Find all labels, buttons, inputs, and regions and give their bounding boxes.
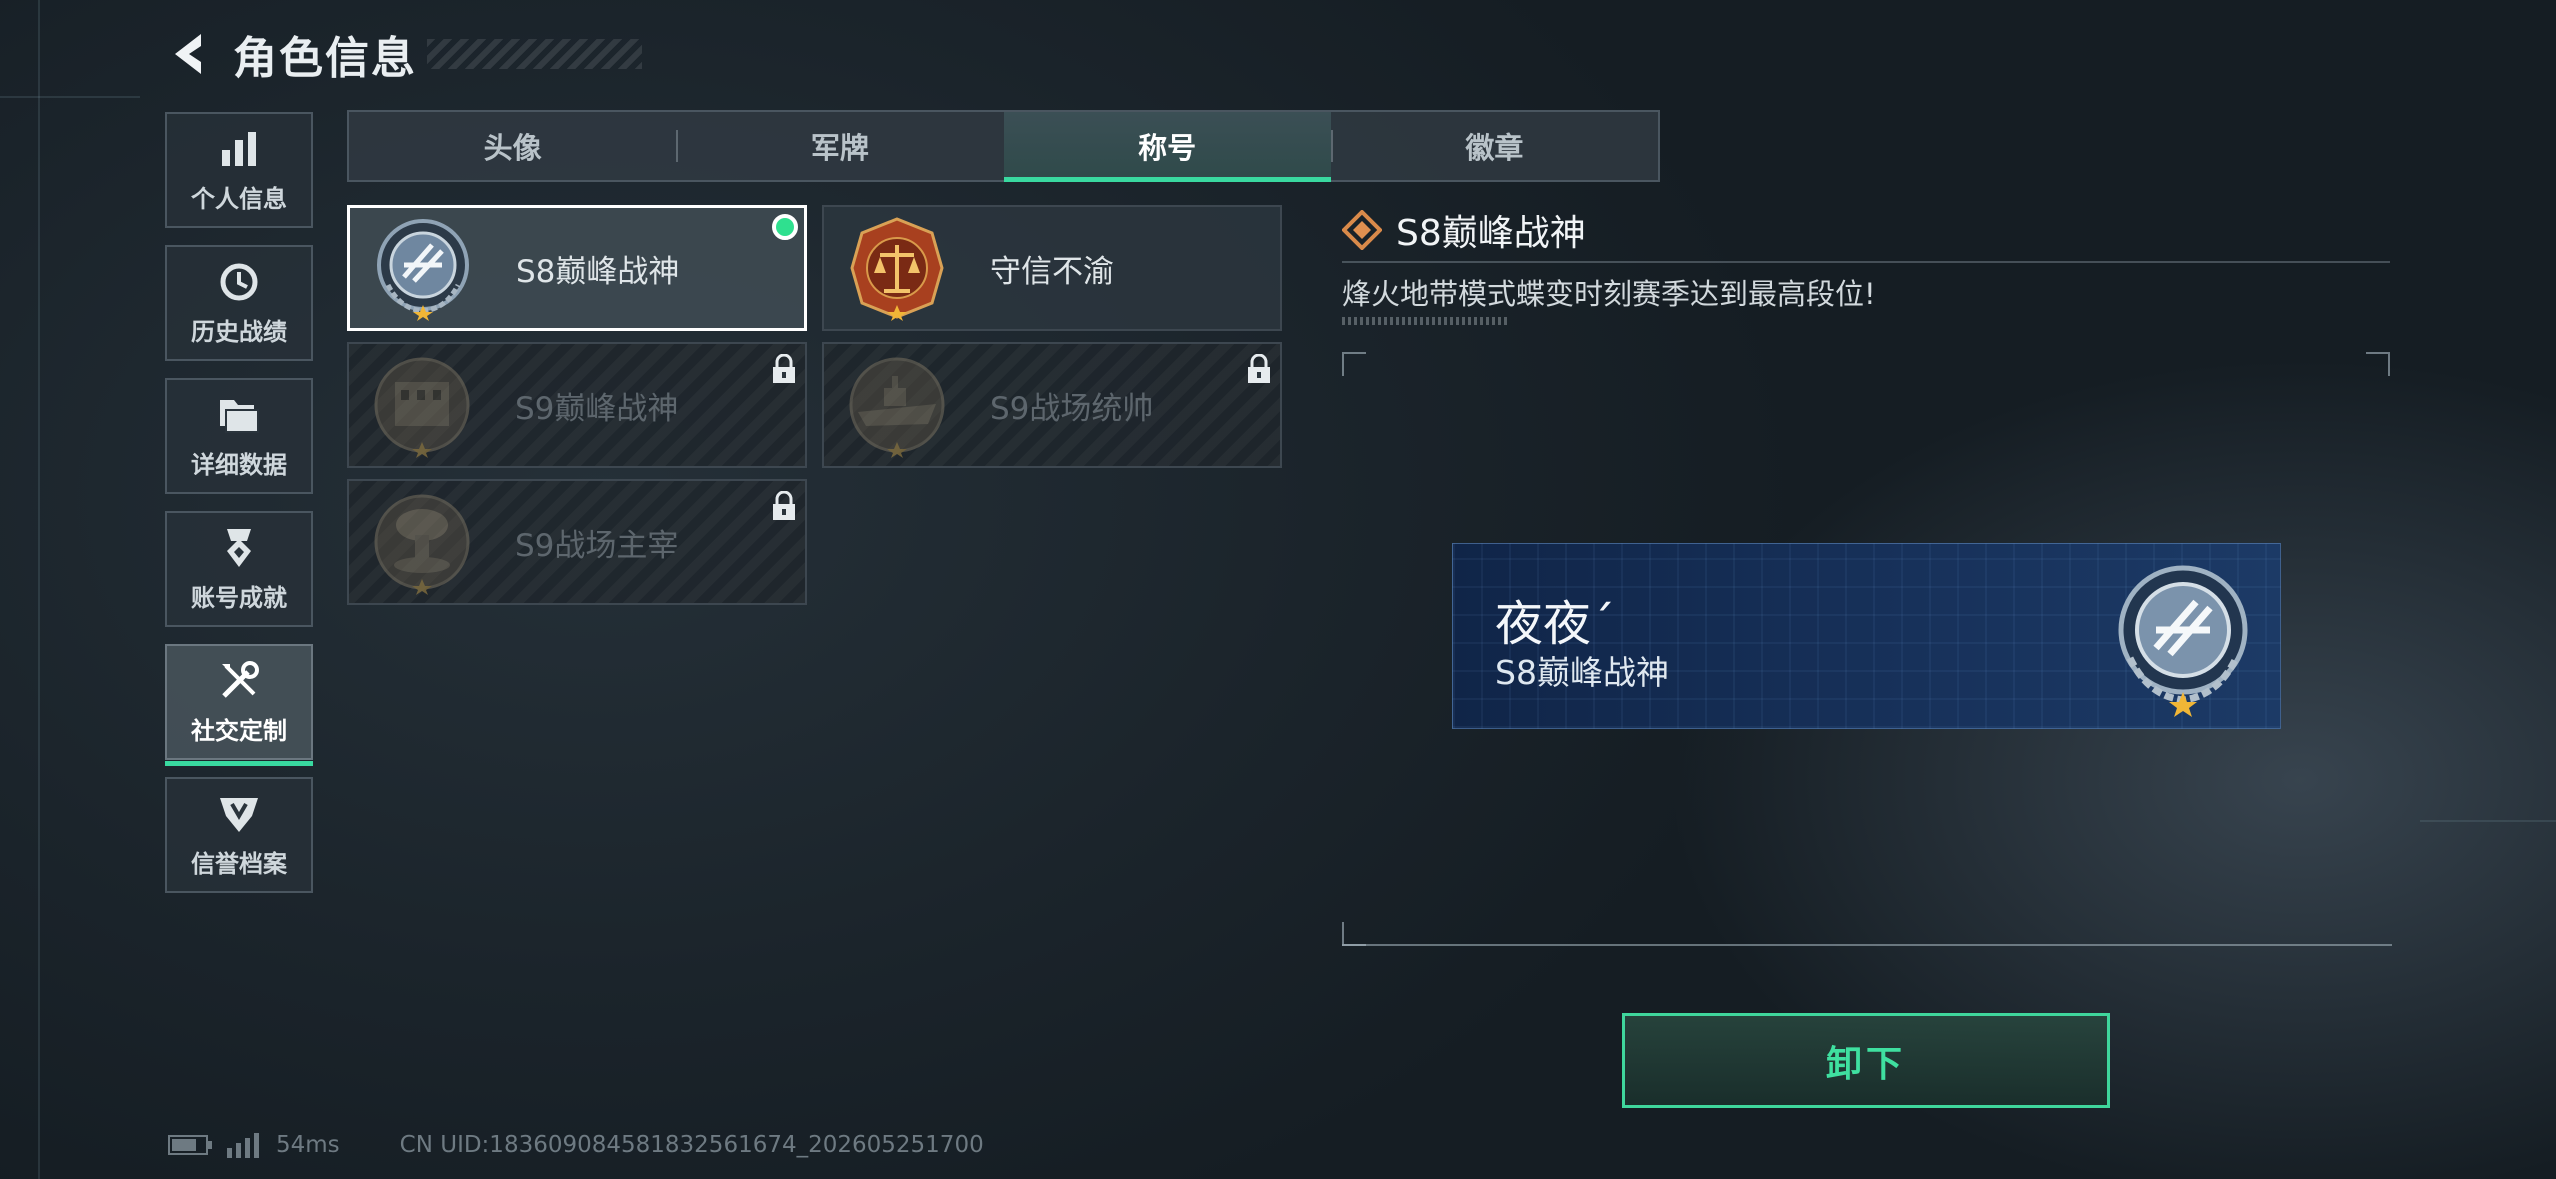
sidebar-item-detailed-data[interactable]: 详细数据 xyxy=(165,378,313,494)
sidebar-item-credit-record[interactable]: 信誉档案 xyxy=(165,777,313,893)
signal-icon xyxy=(227,1133,259,1158)
decorative-dashes xyxy=(1342,317,1508,325)
history-clock-icon xyxy=(217,260,261,304)
ping-value: 54ms xyxy=(276,1132,340,1158)
title-card-name: S9战场统帅 xyxy=(990,390,1154,427)
silver-laurel-emblem-icon xyxy=(377,219,469,321)
nameplate-preview: 夜夜´ S8巅峰战神 xyxy=(1452,543,2281,729)
frame-corner xyxy=(2366,352,2390,376)
detail-title-row: S8巅峰战神 xyxy=(1342,205,2392,255)
battery-icon xyxy=(168,1135,212,1155)
category-tabs: 头像 军牌 称号 徽章 xyxy=(347,110,1660,182)
title-card-name: S8巅峰战神 xyxy=(516,253,680,290)
user-uid: CN UID:1836090845818325616​74_2026052517… xyxy=(399,1132,984,1158)
detail-title: S8巅峰战神 xyxy=(1396,213,1586,254)
title-card-name: 守信不渝 xyxy=(990,253,1114,290)
title-card-s9-commander[interactable]: S9战场统帅 xyxy=(822,342,1282,468)
sidebar: 个人信息 历史战绩 详细数据 账号成就 社交定制 信誉档案 xyxy=(165,112,315,910)
credit-shield-icon xyxy=(217,792,261,836)
page-title: 角色信息 xyxy=(233,33,417,84)
silver-laurel-emblem-icon xyxy=(2118,565,2248,717)
frame-corner xyxy=(1342,922,1366,946)
building-emblem-icon xyxy=(374,357,470,458)
scales-of-justice-emblem-icon xyxy=(850,217,944,321)
hud-line xyxy=(38,0,40,1179)
tab-badge[interactable]: 徽章 xyxy=(1330,112,1658,180)
sidebar-item-social-customize[interactable]: 社交定制 xyxy=(165,644,313,766)
sidebar-item-label: 社交定制 xyxy=(191,716,287,745)
title-card-s8-peak[interactable]: S8巅峰战神 xyxy=(347,205,807,331)
sidebar-item-personal-info[interactable]: 个人信息 xyxy=(165,112,313,228)
tab-military-tag[interactable]: 军牌 xyxy=(676,112,1003,180)
hud-line xyxy=(0,96,140,98)
title-card-name: S9巅峰战神 xyxy=(515,390,679,427)
sidebar-item-achievements[interactable]: 账号成就 xyxy=(165,511,313,627)
sidebar-item-label: 账号成就 xyxy=(191,583,287,612)
page-header: 角色信息 xyxy=(165,22,642,86)
warship-emblem-icon xyxy=(849,357,945,458)
folder-data-icon xyxy=(217,393,261,437)
title-card-s9-peak[interactable]: S9巅峰战神 xyxy=(347,342,807,468)
nameplate-title: S8巅峰战神 xyxy=(1495,653,1669,692)
player-name: 夜夜´ xyxy=(1495,596,1616,652)
divider xyxy=(1342,944,2392,946)
unequip-button-label: 卸下 xyxy=(1825,1043,1906,1085)
tools-wrench-icon xyxy=(217,659,261,703)
back-button[interactable] xyxy=(165,26,213,82)
lock-icon xyxy=(773,491,795,520)
hud-line xyxy=(2420,820,2556,822)
title-detail-panel: S8巅峰战神 烽火地带模式蝶变时刻赛季达到最高段位! xyxy=(1342,205,2392,325)
sidebar-item-label: 历史战绩 xyxy=(191,317,287,346)
title-card-keep-faith[interactable]: 守信不渝 xyxy=(822,205,1282,331)
sidebar-item-label: 信誉档案 xyxy=(191,849,287,878)
back-arrow-icon xyxy=(175,34,201,74)
sidebar-item-label: 详细数据 xyxy=(191,450,287,479)
sidebar-item-label: 个人信息 xyxy=(191,184,287,213)
divider xyxy=(1342,261,2390,263)
bar-chart-icon xyxy=(217,127,261,171)
status-bar: 54ms CN UID:1836090845818325616​74_20260… xyxy=(168,1128,984,1162)
tab-title[interactable]: 称号 xyxy=(1003,112,1332,182)
lock-icon xyxy=(1248,354,1270,383)
achievement-medal-icon xyxy=(217,526,261,570)
equipped-indicator-icon xyxy=(772,214,798,240)
detail-description: 烽火地带模式蝶变时刻赛季达到最高段位! xyxy=(1342,277,1876,311)
lock-icon xyxy=(773,354,795,383)
diamond-rank-icon xyxy=(1342,210,1382,250)
title-card-name: S9战场主宰 xyxy=(515,527,679,564)
frame-corner xyxy=(1342,352,1366,376)
mushroom-cloud-emblem-icon xyxy=(374,494,470,595)
sidebar-item-history[interactable]: 历史战绩 xyxy=(165,245,313,361)
title-card-s9-dominator[interactable]: S9战场主宰 xyxy=(347,479,807,605)
tab-avatar[interactable]: 头像 xyxy=(349,112,676,180)
title-decoration xyxy=(427,39,642,69)
unequip-button[interactable]: 卸下 xyxy=(1622,1013,2110,1108)
